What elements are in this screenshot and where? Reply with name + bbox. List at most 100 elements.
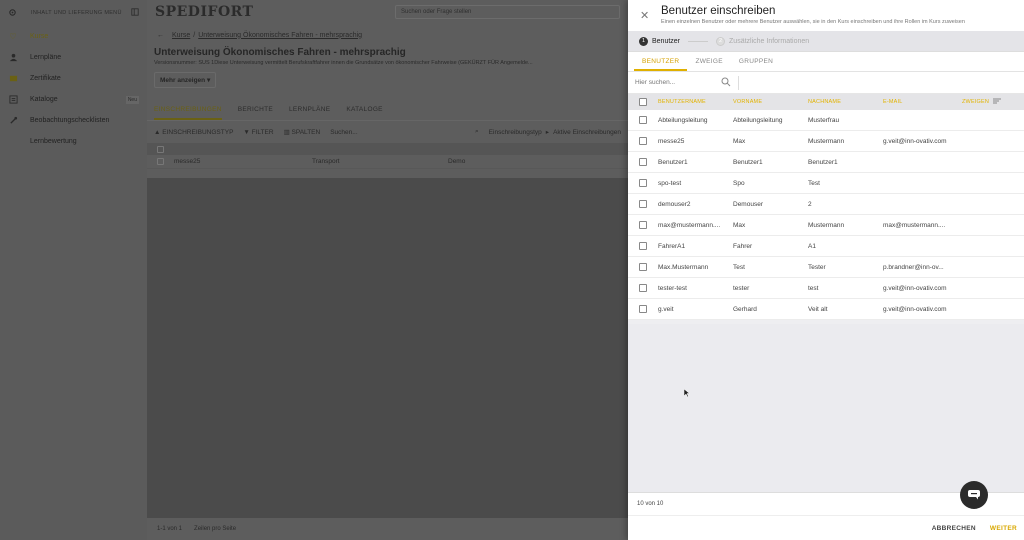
- cell-lastname: Test: [808, 179, 820, 187]
- column-header-lastname[interactable]: NACHNAME: [808, 99, 883, 105]
- step-zusaetzliche-informationen[interactable]: 2 Zusätzliche Informationen: [716, 36, 809, 46]
- tab-berichte[interactable]: BERICHTE: [238, 102, 273, 120]
- breadcrumb-item[interactable]: Unterweisung Ökonomisches Fahren - mehrs…: [198, 32, 362, 39]
- row-checkbox[interactable]: [639, 137, 647, 145]
- tab-benutzer[interactable]: BENUTZER: [634, 52, 688, 71]
- table-row[interactable]: g.veit Gerhard Veit alt g.veit@inn-ovativ.c…: [628, 299, 1024, 320]
- cell-firstname: Test: [733, 263, 745, 271]
- catalog-icon: [8, 94, 18, 105]
- tab-kataloge[interactable]: KATALOGE: [346, 102, 382, 120]
- chat-icon: [967, 489, 981, 502]
- cell-email: max@mustermann....: [883, 221, 946, 229]
- sidebar-item-label: Kurse: [30, 33, 49, 40]
- sidebar-item-label: Lernpläne: [30, 54, 62, 61]
- table-row[interactable]: Benutzer1 Benutzer1 Benutzer1: [628, 152, 1024, 173]
- cell-lastname: test: [808, 284, 819, 292]
- sidebar-header-label: INHALT UND LIEFERUNG MENÜ: [31, 10, 122, 16]
- cell-email: g.veit@inn-ovativ.com: [883, 137, 947, 145]
- cell-username: tester-test: [658, 284, 687, 292]
- sidebar-item-lernplaene[interactable]: Lernpläne: [0, 47, 147, 68]
- cell-firstname: tester: [733, 284, 750, 292]
- topbar: SPEDIFORT Suchen oder Frage stellen: [147, 0, 628, 24]
- search-icon[interactable]: [721, 77, 733, 89]
- new-badge: Neu: [125, 95, 139, 104]
- row-checkbox[interactable]: [639, 158, 647, 166]
- tab-einschreibungen[interactable]: EINSCHREIBUNGEN: [154, 102, 222, 120]
- table-row[interactable]: messe25 Transport Demo: [147, 155, 628, 169]
- select-all-checkbox[interactable]: [157, 145, 164, 153]
- course-tabs: EINSCHREIBUNGEN BERICHTE LERNPLÄNE KATAL…: [147, 102, 628, 121]
- cell-firstname: Max: [733, 221, 746, 229]
- table-row[interactable]: Abteilungsleitung Abteilungsleitung Muster…: [628, 110, 1024, 131]
- close-icon[interactable]: ✕: [640, 9, 649, 22]
- settings-icon[interactable]: [8, 8, 17, 19]
- cancel-button[interactable]: ABBRECHEN: [932, 525, 976, 532]
- column-header-username[interactable]: BENUTZERNAME: [658, 99, 733, 105]
- users-table: BENUTZERNAME VORNAME NACHNAME E-MAIL ZWE…: [628, 94, 1024, 320]
- tab-gruppen[interactable]: GRUPPEN: [731, 52, 781, 71]
- search-icon[interactable]: ⌕: [475, 128, 479, 136]
- sidebar: INHALT UND LIEFERUNG MENÜ ♡ Kurse Lernpl…: [0, 0, 147, 540]
- back-arrow-icon[interactable]: ←: [157, 32, 164, 39]
- page-title: Unterweisung Ökonomisches Fahren - mehrs…: [154, 47, 406, 58]
- filter-button[interactable]: ▼ FILTER: [243, 129, 273, 136]
- step-benutzer[interactable]: 1 Benutzer: [639, 36, 680, 46]
- table-row[interactable]: spo-test Spo Test: [628, 173, 1024, 194]
- select-all-checkbox[interactable]: [639, 98, 647, 106]
- collapse-sidebar-icon[interactable]: [131, 8, 139, 18]
- sidebar-item-kataloge[interactable]: Kataloge Neu: [0, 89, 147, 110]
- row-checkbox[interactable]: [639, 242, 647, 250]
- tab-zweige[interactable]: ZWEIGE: [687, 52, 730, 71]
- global-search-input[interactable]: Suchen oder Frage stellen: [395, 5, 620, 19]
- cell-email: p.brandner@inn-ov...: [883, 263, 944, 271]
- sidebar-header: INHALT UND LIEFERUNG MENÜ: [0, 0, 147, 26]
- table-row[interactable]: demouser2 Demouser 2: [628, 194, 1024, 215]
- column-header-branches[interactable]: ZWEIGEN: [962, 98, 1024, 106]
- column-header-email[interactable]: E-MAIL: [883, 99, 962, 105]
- column-header-firstname[interactable]: VORNAME: [733, 99, 808, 105]
- row-checkbox[interactable]: [639, 263, 647, 271]
- cell-username: FahrerA1: [658, 242, 686, 250]
- enroll-type-value[interactable]: Aktive Einschreibungen: [553, 129, 621, 136]
- drawer-description: Einen einzelnen Benutzer oder mehrere Be…: [661, 19, 965, 25]
- main-content: SPEDIFORT Suchen oder Frage stellen ← Ku…: [147, 0, 628, 540]
- row-checkbox[interactable]: [639, 305, 647, 313]
- breadcrumb: ← Kurse / Unterweisung Ökonomisches Fahr…: [157, 31, 363, 39]
- table-row[interactable]: max@mustermann.... Max Mustermann max@muste…: [628, 215, 1024, 236]
- breadcrumb-item[interactable]: Kurse: [172, 32, 190, 39]
- sort-icon[interactable]: [993, 98, 1002, 106]
- sidebar-item-label: Lernbewertung: [30, 138, 77, 145]
- sidebar-item-beobachtungschecklisten[interactable]: Beobachtungschecklisten: [0, 110, 147, 131]
- table-row[interactable]: messe25 Max Mustermann g.veit@inn-ovativ.co…: [628, 131, 1024, 152]
- cell-username: spo-test: [658, 179, 682, 187]
- sidebar-item-zertifikate[interactable]: Zertifikate: [0, 68, 147, 89]
- table-row[interactable]: Max.Mustermann Test Tester p.brandner@inn-o…: [628, 257, 1024, 278]
- heart-icon: ♡: [9, 31, 17, 41]
- more-button[interactable]: Mehr anzeigen ▾: [154, 72, 217, 88]
- next-button[interactable]: WEITER: [990, 525, 1017, 532]
- table-row[interactable]: FahrerA1 Fahrer A1: [628, 236, 1024, 257]
- columns-button[interactable]: ▥ SPALTEN: [284, 128, 321, 136]
- cell-firstname: Fahrer: [733, 242, 753, 250]
- enroll-type-button[interactable]: ▲ EINSCHREIBUNGSTYP: [154, 129, 233, 136]
- row-checkbox[interactable]: [639, 221, 647, 229]
- sidebar-item-kurse[interactable]: ♡ Kurse: [0, 26, 147, 47]
- user-search-input[interactable]: [635, 79, 717, 86]
- table-empty-area: [628, 324, 1024, 492]
- cell-username: messe25: [658, 137, 685, 145]
- row-checkbox[interactable]: [639, 284, 647, 292]
- grid-search-input[interactable]: Suchen...: [330, 129, 357, 136]
- row-checkbox[interactable]: [157, 158, 164, 165]
- sidebar-item-lernbewertung[interactable]: Lernbewertung: [0, 131, 147, 152]
- drawer-tabs: BENUTZER ZWEIGE GRUPPEN: [628, 52, 1024, 72]
- row-checkbox[interactable]: [639, 200, 647, 208]
- stepper: 1 Benutzer 2 Zusätzliche Informationen: [628, 31, 1024, 52]
- table-row[interactable]: tester-test tester test g.veit@inn-ovativ.c…: [628, 278, 1024, 299]
- cell-lastname: Veit alt: [808, 305, 828, 313]
- row-checkbox[interactable]: [639, 179, 647, 187]
- row-checkbox[interactable]: [639, 116, 647, 124]
- cell-username: Max.Mustermann: [658, 263, 709, 271]
- chat-button[interactable]: [960, 481, 988, 509]
- cell-firstname: Benutzer1: [733, 158, 763, 166]
- tab-lernplaene[interactable]: LERNPLÄNE: [289, 102, 330, 120]
